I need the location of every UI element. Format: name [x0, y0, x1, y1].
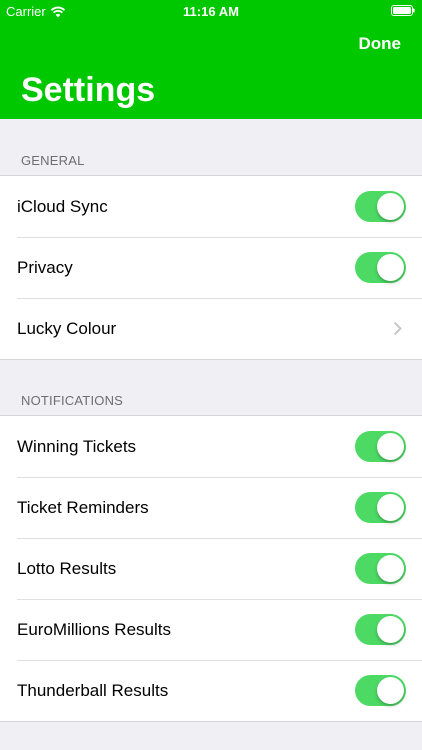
row-label: EuroMillions Results [17, 619, 171, 639]
row-ticket-reminders: Ticket Reminders [0, 477, 422, 538]
row-label: Lotto Results [17, 558, 117, 578]
row-label: Lucky Colour [17, 318, 117, 338]
row-label: Ticket Reminders [17, 497, 149, 517]
toggle-knob [377, 555, 404, 582]
row-label: Winning Tickets [17, 436, 137, 456]
thunderball-results-toggle[interactable] [355, 675, 406, 706]
euromillions-results-toggle[interactable] [355, 614, 406, 645]
toggle-knob [377, 433, 404, 460]
lotto-results-toggle[interactable] [355, 553, 406, 584]
row-privacy: Privacy [0, 237, 422, 298]
battery-icon [391, 5, 415, 16]
ticket-reminders-toggle[interactable] [355, 492, 406, 523]
row-lucky-colour[interactable]: Lucky Colour [0, 298, 422, 359]
winning-tickets-toggle[interactable] [355, 431, 406, 462]
toggle-knob [377, 254, 404, 281]
row-icloud-sync: iCloud Sync [0, 176, 422, 237]
icloud-sync-toggle[interactable] [355, 191, 406, 222]
done-button[interactable]: Done [359, 34, 402, 54]
navigation-header: Carrier 11:16 AM Done Settings [0, 0, 422, 119]
row-thunderball-results: Thunderball Results [0, 660, 422, 721]
row-label: Thunderball Results [17, 680, 169, 700]
row-label: Privacy [17, 257, 73, 277]
toggle-knob [377, 193, 404, 220]
row-winning-tickets: Winning Tickets [0, 416, 422, 477]
page-title: Settings [21, 71, 156, 109]
status-time: 11:16 AM [183, 4, 239, 19]
general-group: iCloud Sync Privacy Lucky Colour [0, 175, 422, 360]
chevron-right-icon [394, 322, 402, 335]
toggle-knob [377, 494, 404, 521]
toggle-knob [377, 616, 404, 643]
section-header-notifications: NOTIFICATIONS [21, 393, 124, 408]
privacy-toggle[interactable] [355, 252, 406, 283]
status-bar: Carrier 11:16 AM [0, 0, 422, 22]
row-lotto-results: Lotto Results [0, 538, 422, 599]
notifications-group: Winning Tickets Ticket Reminders Lotto R… [0, 415, 422, 722]
toggle-knob [377, 677, 404, 704]
row-label: iCloud Sync [17, 196, 108, 216]
row-euromillions-results: EuroMillions Results [0, 599, 422, 660]
section-header-general: GENERAL [21, 153, 85, 168]
